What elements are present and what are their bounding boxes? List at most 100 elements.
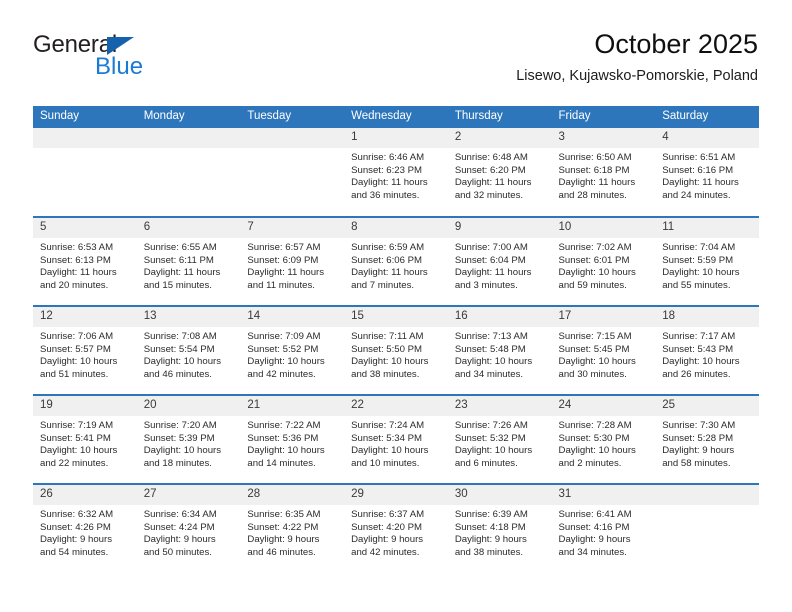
daylight-text-line1: Daylight: 10 hours — [558, 267, 636, 279]
calendar-week-row: 5 Sunrise: 6:53 AM Sunset: 6:13 PM Daylight… — [33, 216, 759, 306]
calendar-day-cell[interactable]: 19 Sunrise: 7:19 AM Sunset: 5:41 PM Dayligh… — [33, 394, 137, 484]
calendar-day-cell[interactable]: 7 Sunrise: 6:57 AM Sunset: 6:09 PM Daylight… — [240, 216, 345, 306]
daylight-text-line2: and 10 minutes. — [351, 457, 420, 469]
sunrise-text: Sunrise: 7:26 AM — [454, 420, 528, 431]
daylight-text-line2: and 15 minutes. — [143, 279, 212, 291]
day-sun-info: Sunrise: 7:28 AM Sunset: 5:30 PM Daylight:… — [552, 416, 656, 470]
daylight-text-line1: Daylight: 11 hours — [247, 267, 325, 279]
calendar-day-cell[interactable]: 12 Sunrise: 7:06 AM Sunset: 5:57 PM Dayligh… — [33, 305, 137, 395]
calendar-day-cell[interactable]: 27 Sunrise: 6:34 AM Sunset: 4:24 PM Dayligh… — [136, 483, 241, 573]
calendar-day-cell[interactable]: 4 Sunrise: 6:51 AM Sunset: 6:16 PM Daylight… — [655, 128, 759, 217]
daylight-text-line2: and 26 minutes. — [662, 368, 731, 380]
calendar-day-cell[interactable]: 20 Sunrise: 7:20 AM Sunset: 5:39 PM Dayligh… — [136, 394, 241, 484]
daylight-text-line2: and 22 minutes. — [40, 457, 109, 469]
day-number — [136, 128, 241, 148]
sunset-text: Sunset: 6:01 PM — [558, 254, 630, 266]
calendar-day-cell[interactable]: 5 Sunrise: 6:53 AM Sunset: 6:13 PM Daylight… — [33, 216, 137, 306]
sunrise-text: Sunrise: 6:50 AM — [558, 152, 632, 163]
daylight-text-line2: and 59 minutes. — [558, 279, 627, 291]
calendar-day-cell[interactable]: 11 Sunrise: 7:04 AM Sunset: 5:59 PM Dayligh… — [655, 216, 759, 306]
sunrise-text: Sunrise: 7:00 AM — [454, 242, 528, 253]
sunset-text: Sunset: 5:34 PM — [351, 432, 423, 444]
calendar-day-cell[interactable]: 21 Sunrise: 7:22 AM Sunset: 5:36 PM Dayligh… — [240, 394, 345, 484]
daylight-text-line2: and 38 minutes. — [454, 546, 524, 558]
sunset-text: Sunset: 6:13 PM — [40, 254, 111, 266]
day-number: 13 — [136, 307, 241, 327]
daylight-text-line1: Daylight: 9 hours — [558, 534, 631, 546]
daylight-text-line1: Daylight: 10 hours — [662, 356, 740, 368]
sunset-text: Sunset: 6:20 PM — [454, 164, 526, 176]
day-sun-info: Sunrise: 7:06 AM Sunset: 5:57 PM Daylight:… — [33, 327, 137, 381]
sunset-text: Sunset: 6:16 PM — [662, 164, 734, 176]
sunrise-text: Sunrise: 6:48 AM — [454, 152, 528, 163]
calendar-day-cell[interactable]: 31 Sunrise: 6:41 AM Sunset: 4:16 PM Dayligh… — [551, 483, 656, 573]
sunset-text: Sunset: 5:43 PM — [662, 343, 734, 355]
calendar-table: Sunday Monday Tuesday Wednesday Thursday… — [33, 106, 759, 573]
day-sun-info: Sunrise: 6:35 AM Sunset: 4:22 PM Daylight:… — [240, 505, 344, 559]
calendar-day-cell[interactable]: 16 Sunrise: 7:13 AM Sunset: 5:48 PM Dayligh… — [447, 305, 552, 395]
sunset-text: Sunset: 5:30 PM — [558, 432, 630, 444]
sunset-text: Sunset: 6:11 PM — [143, 254, 214, 266]
day-number: 21 — [240, 396, 345, 416]
day-number: 9 — [447, 218, 552, 238]
calendar-day-cell[interactable]: 1 Sunrise: 6:46 AM Sunset: 6:23 PM Daylight… — [344, 128, 448, 217]
daylight-text-line2: and 46 minutes. — [247, 546, 316, 558]
calendar-day-cell[interactable]: 13 Sunrise: 7:08 AM Sunset: 5:54 PM Dayligh… — [136, 305, 241, 395]
daylight-text-line2: and 2 minutes. — [558, 457, 622, 469]
calendar-day-cell-empty — [655, 483, 759, 573]
sunset-text: Sunset: 6:23 PM — [351, 164, 423, 176]
calendar-day-cell[interactable]: 8 Sunrise: 6:59 AM Sunset: 6:06 PM Daylight… — [344, 216, 448, 306]
daylight-text-line1: Daylight: 9 hours — [351, 534, 424, 546]
day-sun-info: Sunrise: 6:32 AM Sunset: 4:26 PM Daylight:… — [33, 505, 137, 559]
calendar-day-cell[interactable]: 10 Sunrise: 7:02 AM Sunset: 6:01 PM Dayligh… — [551, 216, 656, 306]
day-sun-info: Sunrise: 7:17 AM Sunset: 5:43 PM Daylight:… — [655, 327, 759, 381]
daylight-text-line1: Daylight: 10 hours — [40, 356, 118, 368]
daylight-text-line2: and 36 minutes. — [351, 189, 420, 201]
sunset-text: Sunset: 5:41 PM — [40, 432, 111, 444]
day-sun-info: Sunrise: 6:37 AM Sunset: 4:20 PM Daylight:… — [344, 505, 448, 559]
calendar-day-cell[interactable]: 2 Sunrise: 6:48 AM Sunset: 6:20 PM Daylight… — [447, 128, 552, 217]
calendar-day-cell[interactable]: 17 Sunrise: 7:15 AM Sunset: 5:45 PM Dayligh… — [551, 305, 656, 395]
day-number: 19 — [33, 396, 137, 416]
daylight-text-line1: Daylight: 9 hours — [662, 445, 735, 457]
calendar-day-cell[interactable]: 14 Sunrise: 7:09 AM Sunset: 5:52 PM Dayligh… — [240, 305, 345, 395]
calendar-day-cell[interactable]: 26 Sunrise: 6:32 AM Sunset: 4:26 PM Dayligh… — [33, 483, 137, 573]
daylight-text-line1: Daylight: 10 hours — [351, 445, 429, 457]
calendar-day-cell[interactable]: 28 Sunrise: 6:35 AM Sunset: 4:22 PM Dayligh… — [240, 483, 345, 573]
weekday-header-friday: Friday — [551, 106, 656, 128]
sunset-text: Sunset: 6:04 PM — [454, 254, 526, 266]
calendar-day-cell[interactable]: 15 Sunrise: 7:11 AM Sunset: 5:50 PM Dayligh… — [344, 305, 448, 395]
weekday-header-saturday: Saturday — [655, 106, 759, 128]
sunset-text: Sunset: 6:09 PM — [247, 254, 319, 266]
calendar-day-cell[interactable]: 18 Sunrise: 7:17 AM Sunset: 5:43 PM Dayligh… — [655, 305, 759, 395]
calendar-day-cell[interactable]: 29 Sunrise: 6:37 AM Sunset: 4:20 PM Dayligh… — [344, 483, 448, 573]
sunrise-text: Sunrise: 7:28 AM — [558, 420, 632, 431]
page-header: General Blue October 2025 Lisewo, Kujaws… — [33, 28, 758, 98]
sunrise-text: Sunrise: 6:39 AM — [454, 509, 528, 520]
calendar-day-cell[interactable]: 9 Sunrise: 7:00 AM Sunset: 6:04 PM Daylight… — [447, 216, 552, 306]
sunset-text: Sunset: 5:50 PM — [351, 343, 423, 355]
sunrise-text: Sunrise: 6:34 AM — [143, 509, 217, 520]
calendar-day-cell[interactable]: 3 Sunrise: 6:50 AM Sunset: 6:18 PM Daylight… — [551, 128, 656, 217]
calendar-day-cell[interactable]: 6 Sunrise: 6:55 AM Sunset: 6:11 PM Daylight… — [136, 216, 241, 306]
day-sun-info: Sunrise: 6:34 AM Sunset: 4:24 PM Daylight:… — [137, 505, 241, 559]
day-sun-info: Sunrise: 7:08 AM Sunset: 5:54 PM Daylight:… — [137, 327, 241, 381]
sunrise-text: Sunrise: 7:20 AM — [143, 420, 217, 431]
sunrise-text: Sunrise: 6:59 AM — [351, 242, 425, 253]
sunset-text: Sunset: 5:39 PM — [143, 432, 215, 444]
calendar-day-cell[interactable]: 30 Sunrise: 6:39 AM Sunset: 4:18 PM Dayligh… — [447, 483, 552, 573]
day-number: 2 — [447, 128, 552, 148]
calendar-day-cell[interactable]: 23 Sunrise: 7:26 AM Sunset: 5:32 PM Dayligh… — [447, 394, 552, 484]
daylight-text-line1: Daylight: 11 hours — [351, 267, 428, 279]
brand-logo[interactable]: General Blue — [33, 32, 233, 88]
sunrise-text: Sunrise: 7:08 AM — [143, 331, 217, 342]
day-number: 10 — [551, 218, 656, 238]
calendar-day-cell[interactable]: 22 Sunrise: 7:24 AM Sunset: 5:34 PM Dayligh… — [344, 394, 448, 484]
calendar-day-cell[interactable]: 25 Sunrise: 7:30 AM Sunset: 5:28 PM Dayligh… — [655, 394, 759, 484]
daylight-text-line2: and 32 minutes. — [454, 189, 524, 201]
sunrise-text: Sunrise: 7:11 AM — [351, 331, 424, 342]
sunrise-text: Sunrise: 6:57 AM — [247, 242, 321, 253]
calendar-day-cell-empty — [33, 128, 137, 217]
day-sun-info: Sunrise: 7:15 AM Sunset: 5:45 PM Daylight:… — [552, 327, 656, 381]
calendar-day-cell[interactable]: 24 Sunrise: 7:28 AM Sunset: 5:30 PM Dayligh… — [551, 394, 656, 484]
